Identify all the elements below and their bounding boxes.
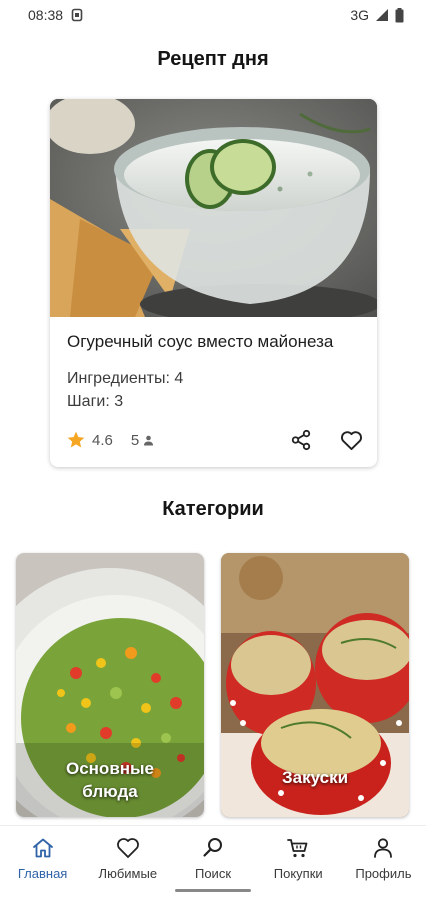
network-type: 3G: [350, 7, 369, 23]
home-icon: [32, 838, 53, 858]
nav-shopping[interactable]: Покупки: [256, 826, 341, 900]
category-main-dishes[interactable]: Основные блюда: [16, 553, 204, 817]
favorite-button[interactable]: [339, 428, 363, 452]
reviews: 5: [131, 432, 154, 449]
recipe-rating: 4.6 5: [66, 430, 154, 450]
recipe-steps-count: Шаги: 3: [67, 393, 124, 410]
rating-value: 4.6: [92, 431, 113, 449]
category-main-label: Основные блюда: [16, 757, 204, 803]
nav-search-label: Поиск: [194, 866, 232, 881]
nav-home-label: Главная: [17, 866, 68, 881]
sim-icon: [71, 8, 83, 22]
star-icon: [67, 431, 85, 448]
nav-favorites-label: Любимые: [98, 866, 158, 881]
recipe-image: [50, 99, 377, 317]
status-time: 08:38: [28, 7, 64, 23]
home-indicator[interactable]: [175, 889, 251, 892]
search-icon: [203, 838, 222, 857]
person-icon: [374, 838, 393, 858]
category-snacks-label: Закуски: [281, 768, 349, 787]
recipe-name: Огуречный соус вместо майонеза: [67, 332, 334, 351]
cart-icon: [287, 839, 308, 858]
recipe-actions: [289, 428, 363, 452]
recipe-of-day-card[interactable]: Огуречный соус вместо майонеза Ингредиен…: [50, 99, 377, 467]
person-icon: [144, 435, 154, 445]
categories-title: Категории: [162, 498, 264, 520]
signal-icon: [376, 9, 388, 21]
recipe-of-day-title: Рецепт дня: [157, 48, 269, 70]
nav-home[interactable]: Главная: [0, 826, 85, 900]
share-button[interactable]: [289, 428, 313, 452]
nav-favorites[interactable]: Любимые: [85, 826, 170, 900]
share-icon: [291, 429, 311, 451]
status-bar: 08:38 3G: [0, 0, 426, 30]
recipe-ingredients-count: Ингредиенты: 4: [67, 370, 184, 387]
heart-icon: [340, 430, 362, 450]
reviews-count: 5: [130, 431, 140, 449]
category-main-label-line1: Основные: [65, 759, 155, 778]
battery-icon: [395, 7, 404, 22]
heart-icon: [116, 838, 139, 858]
nav-profile[interactable]: Профиль: [341, 826, 426, 900]
category-main-label-line2: блюда: [82, 782, 138, 801]
category-snacks[interactable]: Закуски: [221, 553, 409, 817]
nav-profile-label: Профиль: [355, 866, 412, 881]
nav-shopping-label: Покупки: [273, 866, 323, 881]
